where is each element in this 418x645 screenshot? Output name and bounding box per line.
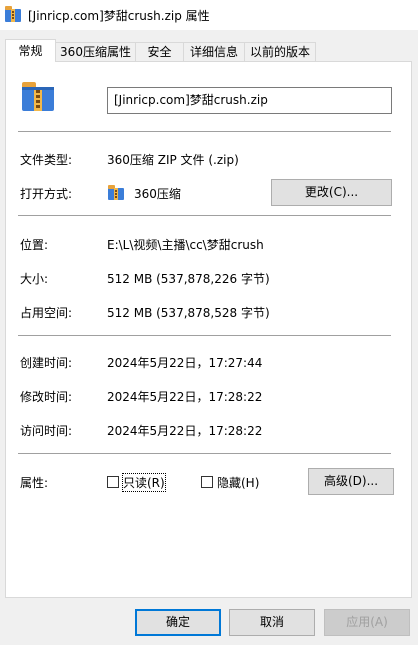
advanced-button[interactable]: 高级(D)... [308, 468, 394, 495]
divider [18, 453, 391, 454]
file-type-value: 360压缩 ZIP 文件 (.zip) [107, 153, 239, 167]
size-on-disk-label: 占用空间: [20, 306, 73, 320]
360-zip-app-icon [108, 185, 124, 200]
tab-details[interactable]: 详细信息 [183, 42, 245, 61]
modified-value: 2024年5月22日，17:28:22 [107, 390, 263, 404]
general-panel: [Jinricp.com]梦甜crush.zip 文件类型: 360压缩 ZIP… [5, 61, 412, 598]
window-title: [Jinricp.com]梦甜crush.zip 属性 [28, 9, 210, 23]
accessed-value: 2024年5月22日，17:28:22 [107, 424, 263, 438]
size-on-disk-value: 512 MB (537,878,528 字节) [107, 306, 270, 320]
file-name-input[interactable]: [Jinricp.com]梦甜crush.zip [107, 87, 392, 114]
tab-360-archive-properties[interactable]: 360压缩属性 [55, 42, 136, 61]
created-label: 创建时间: [20, 356, 73, 370]
apply-button[interactable]: 应用(A) [324, 609, 410, 636]
tab-security[interactable]: 安全 [135, 42, 184, 61]
location-value: E:\L\视频\主播\cc\梦甜crush [107, 238, 264, 252]
opens-with-value: 360压缩 [134, 187, 181, 201]
hidden-checkbox[interactable] [201, 476, 213, 488]
divider [18, 335, 391, 336]
change-button[interactable]: 更改(C)... [271, 179, 392, 206]
divider [18, 131, 391, 132]
divider [18, 215, 391, 216]
modified-label: 修改时间: [20, 390, 73, 404]
tab-general[interactable]: 常规 [5, 39, 56, 62]
size-value: 512 MB (537,878,226 字节) [107, 272, 270, 286]
opens-with-label: 打开方式: [20, 187, 73, 201]
ok-button[interactable]: 确定 [135, 609, 221, 636]
location-label: 位置: [20, 238, 49, 252]
created-value: 2024年5月22日，17:27:44 [107, 356, 263, 370]
zip-archive-icon [22, 82, 54, 111]
title-bar: [Jinricp.com]梦甜crush.zip 属性 [0, 0, 418, 30]
readonly-checkbox-label[interactable]: 只读(R) [122, 473, 166, 492]
size-label: 大小: [20, 272, 49, 286]
zip-archive-icon [5, 6, 21, 22]
accessed-label: 访问时间: [20, 424, 73, 438]
cancel-button[interactable]: 取消 [229, 609, 315, 636]
file-type-label: 文件类型: [20, 153, 73, 167]
attributes-label: 属性: [20, 476, 49, 490]
tab-previous-versions[interactable]: 以前的版本 [244, 42, 316, 61]
readonly-checkbox[interactable] [107, 476, 119, 488]
hidden-checkbox-label[interactable]: 隐藏(H) [217, 474, 259, 491]
